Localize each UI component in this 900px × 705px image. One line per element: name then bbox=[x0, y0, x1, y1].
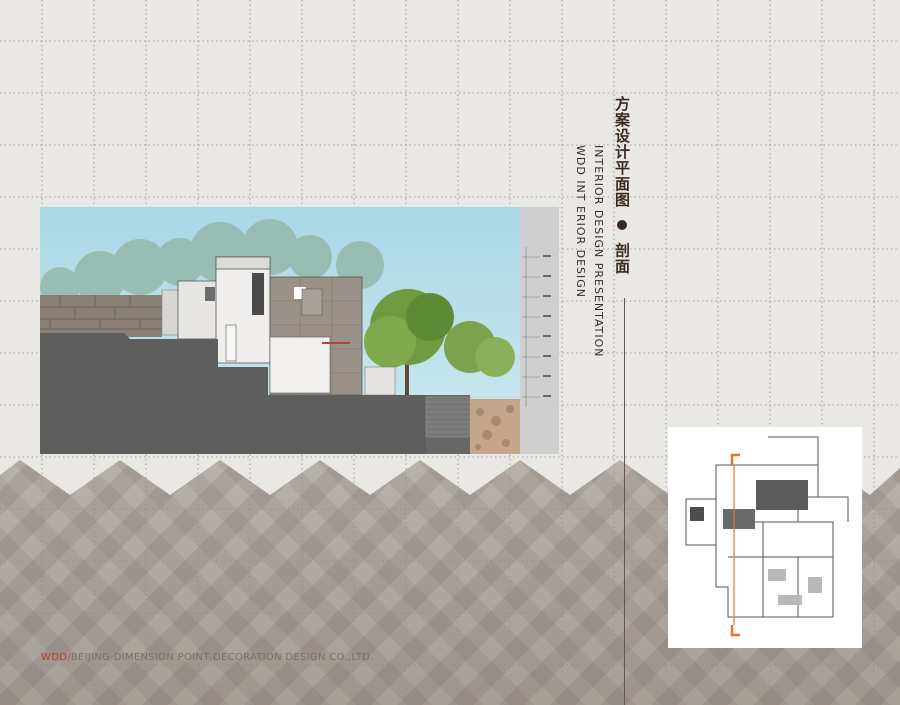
plan-dark-block-top bbox=[756, 480, 808, 510]
page: 方案设计平面图 剖面 INTERIOR DESIGN PRESENTATION … bbox=[0, 0, 900, 705]
title-divider-line bbox=[624, 298, 625, 705]
title-cn-main: 方案设计平面图 bbox=[613, 96, 631, 208]
title-block: 方案设计平面图 剖面 bbox=[612, 96, 633, 274]
stone-wall bbox=[40, 295, 162, 337]
title-en-line2: WDD INT ERIOR DESIGN bbox=[574, 145, 587, 299]
title-cn-sub: 剖面 bbox=[613, 242, 631, 275]
company-footer: WDD/BEIJING DIMENSION POINT DECORATION D… bbox=[41, 652, 374, 663]
stairs bbox=[425, 396, 471, 438]
section-drawing bbox=[40, 207, 559, 454]
brand-mark: WDD bbox=[41, 652, 68, 663]
bullet-dot-icon bbox=[617, 220, 627, 231]
title-en-line1: INTERIOR DESIGN PRESENTATION bbox=[592, 145, 605, 358]
plan-dark-block-mid bbox=[723, 509, 755, 529]
floor-plan-thumbnail bbox=[668, 427, 862, 648]
company-name: /BEIJING DIMENSION POINT DECORATION DESI… bbox=[67, 652, 374, 663]
